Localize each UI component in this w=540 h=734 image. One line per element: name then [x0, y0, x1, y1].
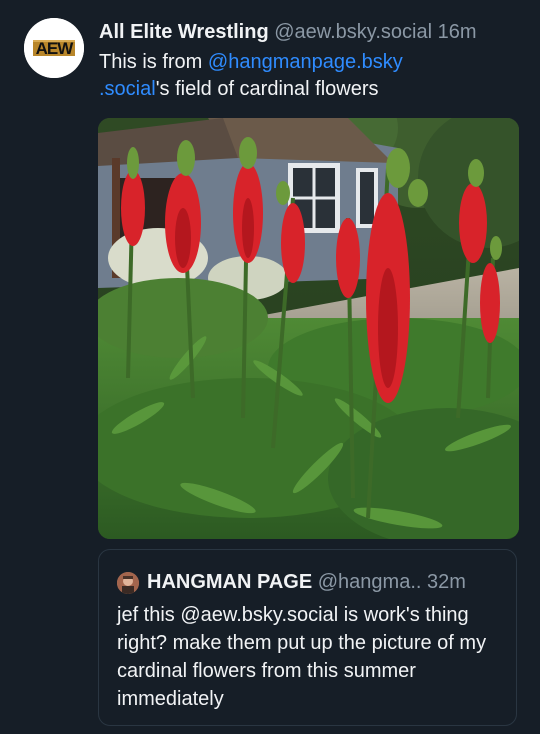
quote-author-name[interactable]: HANGMAN PAGE — [147, 571, 312, 593]
profile-photo-icon — [117, 572, 139, 594]
author-handle[interactable]: @aew.bsky.social — [274, 21, 432, 43]
cardinal-flowers-photo — [98, 118, 519, 539]
author-avatar[interactable]: AEW — [24, 18, 84, 78]
quote-timestamp[interactable]: 32m — [427, 571, 466, 593]
post-timestamp[interactable]: 16m — [438, 21, 477, 43]
quote-author-handle[interactable]: @hangma.. — [318, 571, 422, 593]
quoted-post[interactable]: HANGMAN PAGE @hangma.. 32m jef this @aew… — [98, 549, 517, 726]
post-text: This is from @hangmanpage.bsky .social's… — [99, 49, 509, 103]
aew-logo-icon: AEW — [24, 18, 84, 78]
author-name[interactable]: All Elite Wrestling — [99, 21, 269, 43]
quote-author-avatar[interactable] — [117, 572, 139, 594]
svg-text:AEW: AEW — [36, 39, 75, 58]
post-header: All Elite Wrestling @aew.bsky.social 16m — [99, 18, 526, 46]
post-text-lead: This is from — [99, 51, 208, 73]
post-text-tail: 's field of cardinal flowers — [155, 78, 379, 100]
post-image[interactable] — [98, 118, 519, 539]
post[interactable]: AEW All Elite Wrestling @aew.bsky.social… — [0, 0, 540, 734]
quote-text: jef this @aew.bsky.social is work's thin… — [117, 604, 487, 710]
quote-header: HANGMAN PAGE @hangma.. 32m — [147, 568, 504, 596]
